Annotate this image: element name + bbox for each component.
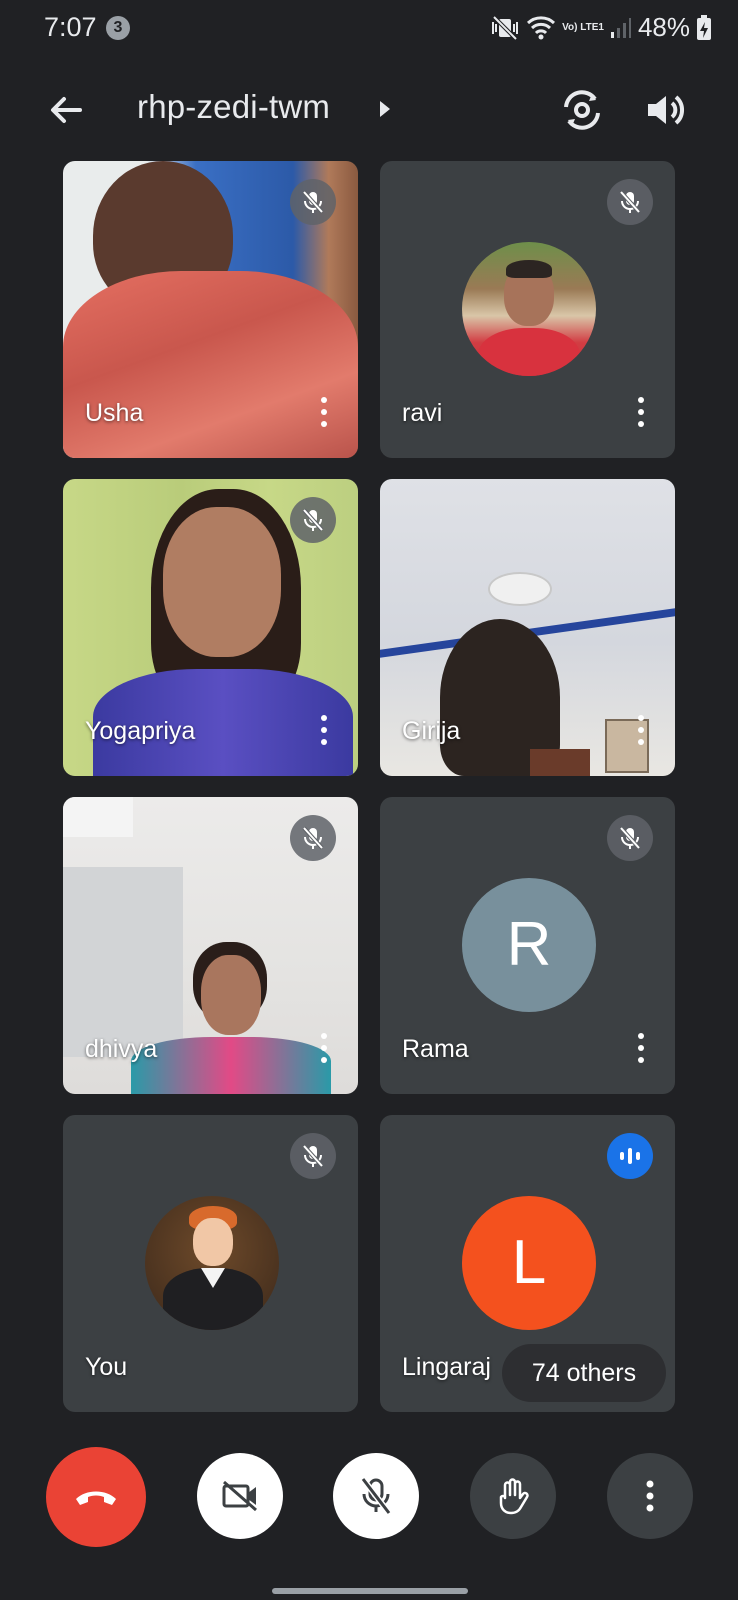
meeting-app-bar: rhp-zedi-twm: [0, 70, 738, 148]
mic-muted-badge: [290, 179, 336, 225]
status-time: 7:07: [44, 12, 97, 42]
participant-options-button[interactable]: [629, 712, 653, 748]
more-options-button[interactable]: [607, 1453, 693, 1539]
meeting-code-title[interactable]: rhp-zedi-twm: [137, 88, 330, 126]
participant-tile-usha[interactable]: Usha: [63, 161, 358, 458]
raise-hand-button[interactable]: [470, 1453, 556, 1539]
microphone-toggle-button[interactable]: [333, 1453, 419, 1539]
wifi-icon: [526, 15, 556, 41]
more-vert-icon: [646, 1480, 654, 1512]
participant-name: Yogapriya: [85, 717, 196, 745]
participant-name: Lingaraj: [402, 1353, 491, 1381]
notification-count-badge: 3: [106, 16, 130, 40]
camera-toggle-button[interactable]: [197, 1453, 283, 1539]
more-vert-icon: [638, 715, 644, 745]
participant-name: Girija: [402, 717, 461, 745]
mic-muted-badge: [290, 815, 336, 861]
mic-off-icon: [302, 826, 324, 850]
status-icons: Vo) LTE1 48%: [490, 12, 712, 43]
arrow-back-icon: [51, 97, 82, 123]
caret-right-icon[interactable]: [378, 100, 392, 118]
more-vert-icon: [321, 715, 327, 745]
back-button[interactable]: [40, 84, 92, 136]
phone-hangup-icon: [76, 1491, 116, 1505]
signal-icon: [610, 16, 632, 40]
profile-photo-avatar: [145, 1196, 279, 1330]
participant-name: Rama: [402, 1035, 469, 1063]
participant-options-button[interactable]: [312, 394, 336, 430]
more-vert-icon: [321, 1033, 327, 1063]
mic-off-icon: [302, 1144, 324, 1168]
participant-name: ravi: [402, 399, 443, 427]
participant-options-button[interactable]: [629, 394, 653, 430]
mic-off-icon: [619, 190, 641, 214]
status-bar: 7:07 3 Vo) LTE1 48%: [0, 0, 738, 60]
more-vert-icon: [638, 397, 644, 427]
participant-tile-girija[interactable]: Girija: [380, 479, 675, 776]
videocam-off-icon: [222, 1480, 257, 1512]
audio-output-button[interactable]: [640, 84, 692, 136]
participant-tile-yogapriya[interactable]: Yogapriya: [63, 479, 358, 776]
battery-percent: 48%: [637, 12, 690, 42]
participant-name: Usha: [85, 399, 144, 427]
participant-tile-dhivya[interactable]: dhivya: [63, 797, 358, 1094]
participant-options-button[interactable]: [312, 1030, 336, 1066]
mic-off-icon: [302, 508, 324, 532]
participant-options-button[interactable]: [312, 712, 336, 748]
volume-up-icon: [648, 95, 684, 125]
participant-tile-ravi[interactable]: ravi: [380, 161, 675, 458]
volte-lte-icon: Vo) LTE1: [562, 22, 604, 33]
speaking-indicator-badge: [607, 1133, 653, 1179]
participant-name: You: [85, 1353, 128, 1381]
end-call-button[interactable]: [46, 1447, 146, 1547]
profile-photo-avatar: [462, 242, 596, 376]
switch-camera-button[interactable]: [556, 84, 608, 136]
mic-muted-badge: [290, 497, 336, 543]
mic-off-icon: [360, 1477, 392, 1515]
participant-tile-you[interactable]: You: [63, 1115, 358, 1412]
mic-muted-badge: [607, 815, 653, 861]
letter-avatar: R: [462, 878, 596, 1012]
audio-level-icon: [620, 1148, 640, 1164]
mic-off-icon: [302, 190, 324, 214]
vibrate-mute-icon: [490, 14, 520, 42]
participant-name: dhivya: [85, 1035, 158, 1063]
participant-options-button[interactable]: [629, 1030, 653, 1066]
participant-tile-rama[interactable]: R Rama: [380, 797, 675, 1094]
mic-muted-badge: [290, 1133, 336, 1179]
mic-off-icon: [619, 826, 641, 850]
switch-camera-icon: [564, 90, 600, 130]
letter-avatar: L: [462, 1196, 596, 1330]
more-vert-icon: [638, 1033, 644, 1063]
battery-charging-icon: [696, 14, 712, 41]
more-vert-icon: [321, 397, 327, 427]
others-count-pill[interactable]: 74 others: [502, 1344, 666, 1402]
home-indicator[interactable]: [272, 1588, 468, 1594]
raise-hand-icon: [499, 1478, 529, 1515]
mic-muted-badge: [607, 179, 653, 225]
